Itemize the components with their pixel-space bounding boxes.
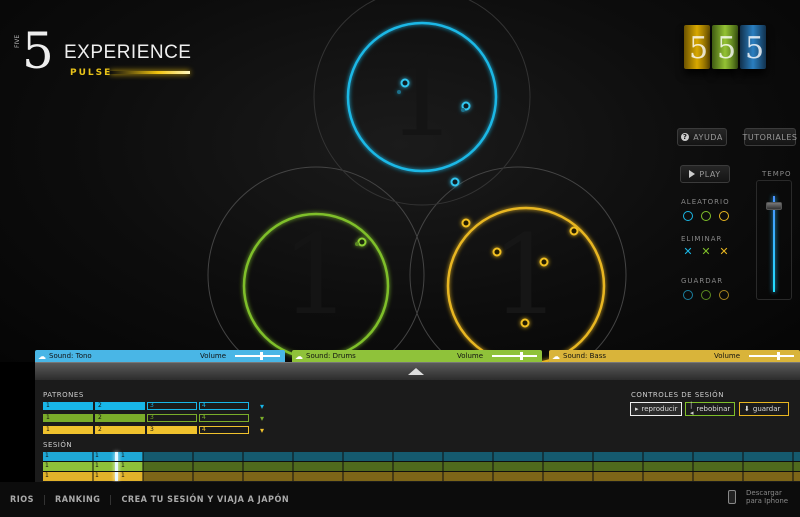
iphone-icon[interactable]	[728, 490, 736, 504]
session-controls-title: CONTROLES DE SESIÓN	[631, 391, 724, 399]
play-button[interactable]: PLAY	[680, 165, 730, 183]
sound-bar-tono[interactable]: ☁ Sound: Tono Volume	[35, 350, 285, 362]
pattern-arrow-icon[interactable]: ▾	[260, 414, 264, 423]
save-label: GUARDAR	[681, 277, 724, 285]
pattern-cell[interactable]: 2	[95, 426, 145, 434]
yellow-node[interactable]	[520, 318, 530, 328]
random-blue-button[interactable]	[683, 211, 693, 221]
question-icon: ?	[681, 133, 690, 141]
bottom-nav: RIOS RANKING CREA TU SESIÓN Y VIAJA A JA…	[0, 482, 800, 517]
volume-knob-bass[interactable]	[777, 352, 780, 360]
tempo-knob[interactable]	[766, 202, 782, 210]
random-row	[683, 211, 729, 221]
pattern-cell[interactable]: 3	[147, 402, 197, 410]
nav-item-create-session[interactable]: CREA TU SESIÓN Y VIAJA A JAPÓN	[111, 495, 299, 505]
yellow-node[interactable]	[539, 257, 549, 267]
yellow-node[interactable]	[461, 218, 471, 228]
delete-row: ✕ ✕ ✕	[683, 246, 729, 257]
blue-node[interactable]	[461, 108, 465, 112]
pattern-cell[interactable]: 1	[43, 402, 93, 410]
tempo-label: TEMPO	[762, 170, 792, 178]
tempo-track[interactable]	[773, 196, 775, 292]
sound-bar-drums[interactable]: ☁ Sound: Drums Volume	[292, 350, 542, 362]
tutorials-label: TUTORIALES	[742, 132, 798, 142]
blue-circle-number: 1	[387, 33, 457, 161]
volume-label-drums: Volume	[457, 352, 484, 360]
green-node[interactable]	[355, 242, 359, 246]
cloud-icon: ☁	[552, 351, 560, 361]
rewind-icon: |◂	[690, 401, 694, 417]
patterns-title: PATRONES	[43, 391, 84, 399]
sound-label-bass: Sound: Bass	[563, 352, 607, 360]
random-green-button[interactable]	[701, 211, 711, 221]
random-label: ALEATORIO	[681, 198, 730, 206]
delete-blue-icon[interactable]: ✕	[683, 246, 693, 257]
help-button[interactable]: ? AYUDA	[677, 128, 727, 146]
play-icon	[689, 170, 696, 178]
pattern-cell[interactable]: 3	[147, 426, 197, 434]
nav-item-ranking[interactable]: RANKING	[45, 494, 112, 505]
pattern-cell[interactable]: 4	[199, 414, 249, 422]
delete-yellow-icon[interactable]: ✕	[719, 246, 729, 257]
cloud-icon: ☁	[295, 351, 303, 361]
play-icon: ▸	[635, 405, 639, 413]
rewind-button[interactable]: |◂ rebobinar	[685, 401, 735, 417]
tutorials-button[interactable]: TUTORIALES	[742, 128, 798, 146]
download-icon: ⬇	[744, 405, 750, 413]
save-session-button[interactable]: ⬇ guardar	[739, 402, 789, 416]
tempo-slider[interactable]: TEMPO	[756, 170, 792, 300]
pattern-cell[interactable]: 4	[199, 426, 249, 434]
pattern-cell[interactable]: 1	[43, 426, 93, 434]
collapse-arrow-icon[interactable]	[408, 368, 424, 375]
green-node[interactable]	[357, 237, 367, 247]
volume-label-tono: Volume	[200, 352, 227, 360]
green-circle-number: 1	[281, 211, 351, 339]
volume-slider-drums[interactable]	[492, 355, 537, 357]
yellow-node[interactable]	[569, 226, 579, 236]
save-yellow-button[interactable]	[719, 290, 729, 300]
pattern-arrow-icon[interactable]: ▾	[260, 426, 264, 435]
panel-toggle-bar[interactable]	[35, 362, 800, 380]
pattern-cell[interactable]: 2	[95, 402, 145, 410]
random-yellow-button[interactable]	[719, 211, 729, 221]
volume-knob-tono[interactable]	[260, 352, 263, 360]
session-title: SESIÓN	[43, 441, 73, 449]
play-label: PLAY	[699, 169, 721, 179]
main-stage: FIVE 5 EXPERIENCE PULSE 5 5 5 1 1 1 ? AY…	[0, 0, 800, 362]
volume-slider-bass[interactable]	[749, 355, 794, 357]
download-iphone-link[interactable]: Descargar para Iphone	[746, 489, 788, 505]
session-panel: PATRONES 1 2 3 4 ▾ 1 2 3 4 ▾ 1 2 3 4 ▾ C…	[35, 380, 800, 482]
blue-node[interactable]	[397, 90, 401, 94]
save-row	[683, 290, 729, 300]
blue-node[interactable]	[450, 177, 460, 187]
volume-slider-tono[interactable]	[235, 355, 280, 357]
session-grid	[43, 452, 800, 481]
blue-node[interactable]	[400, 78, 410, 88]
save-blue-button[interactable]	[683, 290, 693, 300]
pattern-cell[interactable]: 3	[147, 414, 197, 422]
pattern-cell[interactable]: 1	[43, 414, 93, 422]
pattern-cell[interactable]: 4	[199, 402, 249, 410]
help-label: AYUDA	[693, 132, 723, 142]
pattern-cell[interactable]: 2	[95, 414, 145, 422]
save-green-button[interactable]	[701, 290, 711, 300]
play-session-button[interactable]: ▸ reproducir	[630, 402, 682, 416]
pattern-arrow-icon[interactable]: ▾	[260, 402, 264, 411]
delete-label: ELIMINAR	[681, 235, 723, 243]
yellow-node[interactable]	[492, 247, 502, 257]
sound-label-tono: Sound: Tono	[49, 352, 92, 360]
cloud-icon: ☁	[38, 351, 46, 361]
nav-item-rios[interactable]: RIOS	[0, 494, 45, 505]
volume-knob-drums[interactable]	[520, 352, 523, 360]
delete-green-icon[interactable]: ✕	[701, 246, 711, 257]
sound-bar-bass[interactable]: ☁ Sound: Bass Volume	[549, 350, 800, 362]
volume-label-bass: Volume	[714, 352, 741, 360]
sound-label-drums: Sound: Drums	[306, 352, 356, 360]
